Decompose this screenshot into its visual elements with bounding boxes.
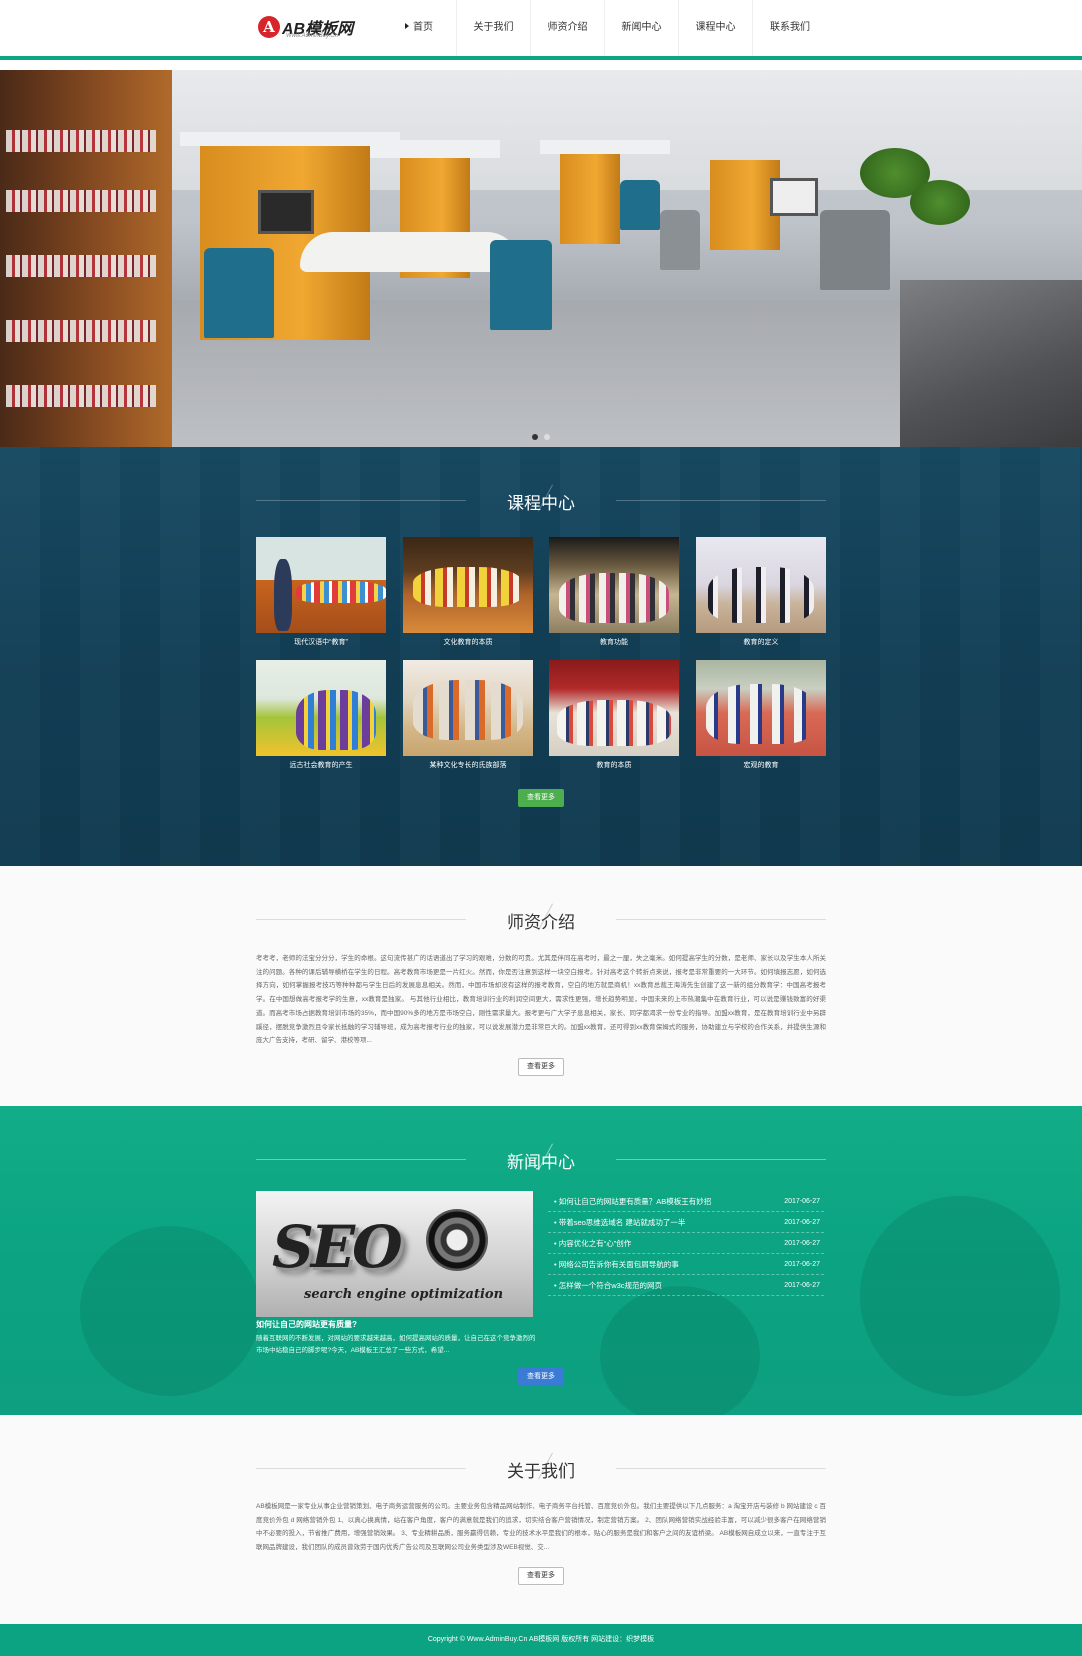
- nav-item-about[interactable]: 关于我们: [457, 0, 531, 56]
- news-item-date: 2017-06-27: [784, 1240, 820, 1247]
- banner-bookshelf: [0, 70, 172, 447]
- course-caption[interactable]: 远古社会教育的产生: [256, 760, 386, 770]
- nav-item-contact[interactable]: 联系我们: [753, 0, 827, 56]
- nav-item-news[interactable]: 新闻中心: [605, 0, 679, 56]
- course-caption[interactable]: 教育功能: [549, 637, 679, 647]
- nav-item-teachers[interactable]: 师资介绍: [531, 0, 605, 56]
- news-item-date: 2017-06-27: [784, 1198, 820, 1205]
- course-card[interactable]: 教育的定义: [696, 537, 826, 647]
- news-item-date: 2017-06-27: [784, 1219, 820, 1226]
- course-image[interactable]: [696, 660, 826, 756]
- news-item-title[interactable]: 带着seo思维选域名 建站就成功了一半: [554, 1212, 686, 1233]
- banner-cubicle: [560, 154, 620, 244]
- nav-item-home[interactable]: 首页: [382, 0, 457, 56]
- news-more-button[interactable]: 查看更多: [518, 1368, 564, 1386]
- course-image[interactable]: [256, 660, 386, 756]
- news-featured-title[interactable]: 如何让自己的网站更有质量?: [256, 1319, 357, 1330]
- course-card[interactable]: 现代汉语中“教育”: [256, 537, 386, 647]
- course-image[interactable]: [696, 537, 826, 633]
- banner-chair: [490, 240, 552, 330]
- course-caption[interactable]: 现代汉语中“教育”: [256, 637, 386, 647]
- news-item[interactable]: 网络公司告诉你有关面包屑导航的事 2017-06-27: [548, 1254, 824, 1275]
- course-caption[interactable]: 教育的定义: [696, 637, 826, 647]
- banner-chair: [204, 248, 274, 338]
- news-item-title[interactable]: 怎样做一个符合w3c规范的网页: [554, 1275, 662, 1296]
- site-footer: Copyright © Www.AdminBuy.Cn AB模板网 版权所有 网…: [0, 1624, 1082, 1656]
- footer-copyright[interactable]: Copyright © Www.AdminBuy.Cn AB模板网 版权所有 网…: [428, 1636, 654, 1643]
- course-card[interactable]: 宏观的教育: [696, 660, 826, 770]
- news-item-date: 2017-06-27: [784, 1282, 820, 1289]
- teachers-text: 考考考，老师的法宝分分分，学生的命根。这句流传甚广的话语道出了学习的艰难，分数的…: [256, 955, 826, 1045]
- banner-cubicle-top: [180, 132, 400, 146]
- news-item-title[interactable]: 内容优化之有“心”创作: [554, 1233, 632, 1254]
- news-title: 新闻中心: [507, 1153, 575, 1172]
- banner-cubicle-top: [540, 140, 670, 154]
- banner-dot-icon[interactable]: [544, 434, 550, 440]
- about-more-button[interactable]: 查看更多: [518, 1567, 564, 1585]
- about-text: AB模板网是一家专业从事企业营销策划、电子商务运营服务的公司。主要业务包含精品网…: [256, 1503, 826, 1552]
- course-card[interactable]: 某种文化专长的氏族部落: [403, 660, 533, 770]
- main-nav: 首页 关于我们 师资介绍 新闻中心 课程中心 联系我们: [382, 0, 827, 56]
- news-item[interactable]: 带着seo思维选域名 建站就成功了一半 2017-06-27: [548, 1212, 824, 1233]
- course-image[interactable]: [403, 660, 533, 756]
- site-logo[interactable]: A AB模板网 Www.AdminBuy.Cn: [258, 16, 353, 42]
- banner-desk: [300, 232, 520, 272]
- course-image[interactable]: [256, 537, 386, 633]
- banner-chair: [660, 210, 700, 270]
- banner-chair: [620, 180, 660, 230]
- course-card[interactable]: 文化教育的本质: [403, 537, 533, 647]
- news-item[interactable]: 怎样做一个符合w3c规范的网页 2017-06-27: [548, 1275, 824, 1296]
- news-item-date: 2017-06-27: [784, 1261, 820, 1268]
- banner-plant: [910, 180, 970, 225]
- news-list: 如何让自己的网站更有质量？AB模板王有妙招 2017-06-27 带着seo思维…: [548, 1191, 824, 1296]
- course-caption[interactable]: 某种文化专长的氏族部落: [403, 760, 533, 770]
- banner-counter: [900, 280, 1082, 447]
- nav-item-courses[interactable]: 课程中心: [679, 0, 753, 56]
- header-divider: [0, 56, 1082, 60]
- news-featured-summary: 随着互联网的不断发展，对网站的要求越来越高，如何提高网站的质量，让自己在这个竞争…: [256, 1335, 536, 1354]
- courses-more-button[interactable]: 查看更多: [518, 789, 564, 807]
- news-item-title[interactable]: 如何让自己的网站更有质量？AB模板王有妙招: [554, 1191, 712, 1212]
- banner-dot-icon[interactable]: [532, 434, 538, 440]
- courses-title: 课程中心: [507, 494, 575, 513]
- seo-image-subtext: search engine optimization: [304, 1287, 504, 1302]
- course-caption[interactable]: 文化教育的本质: [403, 637, 533, 647]
- news-featured-image[interactable]: SEO search engine optimization: [256, 1191, 533, 1317]
- news-item[interactable]: 内容优化之有“心”创作 2017-06-27: [548, 1233, 824, 1254]
- teachers-more-button[interactable]: 查看更多: [518, 1058, 564, 1076]
- teachers-title: 师资介绍: [507, 913, 575, 932]
- banner-chair: [820, 210, 890, 290]
- logo-subtext: Www.AdminBuy.Cn: [286, 33, 338, 39]
- course-image[interactable]: [403, 537, 533, 633]
- hero-banner[interactable]: [0, 70, 1082, 447]
- course-image[interactable]: [549, 660, 679, 756]
- seo-disc-graphic: [426, 1209, 488, 1271]
- about-title: 关于我们: [507, 1462, 575, 1481]
- course-caption[interactable]: 宏观的教育: [696, 760, 826, 770]
- course-image[interactable]: [549, 537, 679, 633]
- banner-pagination: [532, 434, 554, 442]
- site-header: A AB模板网 Www.AdminBuy.Cn 首页 关于我们 师资介绍 新闻中…: [0, 0, 1082, 56]
- course-caption[interactable]: 教育的本质: [549, 760, 679, 770]
- course-card[interactable]: 远古社会教育的产生: [256, 660, 386, 770]
- course-card[interactable]: 教育功能: [549, 537, 679, 647]
- news-item-title[interactable]: 网络公司告诉你有关面包屑导航的事: [554, 1254, 679, 1275]
- banner-monitor: [258, 190, 314, 234]
- course-card[interactable]: 教育的本质: [549, 660, 679, 770]
- seo-image-text: SEO: [272, 1213, 403, 1281]
- logo-icon: A: [258, 16, 280, 38]
- banner-monitor: [770, 178, 818, 216]
- news-item[interactable]: 如何让自己的网站更有质量？AB模板王有妙招 2017-06-27: [548, 1191, 824, 1212]
